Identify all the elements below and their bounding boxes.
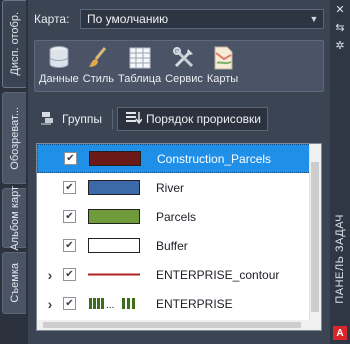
layer-style-swatch[interactable] [88, 209, 140, 224]
scrollbar-thumb[interactable] [311, 162, 319, 312]
line-style-swatch[interactable] [88, 267, 140, 282]
table-button[interactable]: Таблица [118, 45, 161, 91]
tools-button[interactable]: Сервис [165, 45, 203, 91]
tab-browser[interactable]: Обозреват... [2, 92, 26, 184]
style-button-label: Стиль [82, 73, 115, 85]
scrollbar-thumb[interactable] [43, 322, 301, 328]
data-button[interactable]: Данные [39, 45, 79, 91]
display-manager-panel: Карта: По умолчанию ▼ Данные Стиль Табли… [28, 0, 330, 344]
table-button-label: Таблица [118, 73, 162, 85]
draw-order-button[interactable]: Порядок прорисовки [116, 107, 268, 131]
draw-order-icon [124, 110, 143, 129]
layer-name: ENTERPRISE [156, 296, 233, 311]
layer-visibility-checkbox[interactable]: ✔ [63, 268, 76, 281]
tab-label: Альбом карт [8, 185, 21, 251]
tools-button-label: Сервис [165, 73, 203, 85]
tab-map-book[interactable]: Альбом карт [2, 185, 26, 251]
tab-survey[interactable]: Съемка [2, 252, 26, 314]
layer-visibility-checkbox[interactable]: ✔ [63, 210, 76, 223]
chevron-down-icon: ▼ [309, 14, 319, 24]
tab-display-manager[interactable]: Дисп. отобр. [2, 0, 26, 88]
expand-placeholder [38, 144, 64, 173]
panel-title-strip: ✕ ⇆ ✲ ПАНЕЛЬ ЗАДАЧ A [330, 0, 350, 344]
expand-placeholder [37, 202, 63, 231]
paintbrush-icon [85, 45, 111, 71]
map-selector-row: Карта: По умолчанию ▼ [34, 8, 324, 30]
style-button[interactable]: Стиль [83, 45, 114, 91]
pin-icon[interactable]: ⇆ [330, 18, 350, 36]
data-button-label: Данные [39, 73, 79, 85]
tab-label: Обозреват... [8, 106, 21, 170]
toolbar-separator [111, 109, 113, 129]
panel-title: ПАНЕЛЬ ЗАДАЧ [330, 200, 350, 318]
layer-style-swatch[interactable] [88, 180, 140, 195]
autodesk-logo-icon: A [333, 326, 347, 340]
close-icon[interactable]: ✕ [330, 0, 350, 18]
groups-label: Группы [62, 112, 102, 126]
map-label: Карта: [34, 12, 70, 26]
layer-visibility-checkbox[interactable]: ✔ [63, 181, 76, 194]
layer-visibility-checkbox[interactable]: ✔ [63, 297, 76, 310]
groups-icon [40, 110, 58, 129]
expand-placeholder [37, 231, 63, 260]
layer-name: River [156, 180, 185, 195]
layer-style-swatch[interactable] [89, 151, 141, 166]
vertical-tabs: Дисп. отобр. Обозреват... Альбом карт Съ… [0, 0, 28, 344]
layer-row-buffer[interactable]: ✔ Buffer [37, 231, 321, 260]
layer-row-parcels[interactable]: ✔ Parcels [37, 202, 321, 231]
layer-row-construction-parcels[interactable]: ✔ Construction_Parcels [37, 144, 321, 173]
layer-name: Construction_Parcels [157, 151, 272, 166]
table-icon [127, 45, 153, 71]
database-icon [46, 45, 72, 71]
horizontal-scrollbar[interactable] [37, 320, 311, 330]
map-select-value: По умолчанию [87, 12, 169, 26]
vertical-scrollbar[interactable] [309, 144, 321, 330]
point-style-swatch[interactable]: ... [88, 296, 140, 311]
layer-style-swatch[interactable] [88, 238, 140, 253]
settings-icon[interactable]: ✲ [330, 36, 350, 54]
tab-label: Дисп. отобр. [8, 12, 21, 76]
layer-name: ENTERPRISE_contour [156, 267, 280, 282]
maps-button-label: Карты [206, 73, 239, 85]
chevron-right-icon[interactable]: › [37, 260, 63, 289]
map-select[interactable]: По умолчанию ▼ [80, 9, 324, 29]
layer-name: Buffer [156, 238, 188, 253]
tab-label: Съемка [8, 263, 21, 303]
layer-row-river[interactable]: ✔ River [37, 173, 321, 202]
layer-name: Parcels [156, 209, 197, 224]
map-icon [210, 45, 236, 71]
expand-placeholder [37, 173, 63, 202]
layer-row-enterprise[interactable]: › ✔ ... ENTERPRISE [37, 289, 321, 318]
maps-button[interactable]: Карты [207, 45, 238, 91]
tools-icon [171, 45, 197, 71]
layer-row-enterprise-contour[interactable]: › ✔ ENTERPRISE_contour [37, 260, 321, 289]
ribbon-toolbar: Данные Стиль Таблица Сервис Карты [34, 40, 324, 92]
chevron-right-icon[interactable]: › [37, 289, 63, 318]
layer-list[interactable]: ✔ Construction_Parcels ✔ River ✔ Parcels… [36, 143, 322, 331]
layer-toolbar: Группы Порядок прорисовки [34, 106, 324, 132]
layer-visibility-checkbox[interactable]: ✔ [64, 152, 77, 165]
layer-visibility-checkbox[interactable]: ✔ [63, 239, 76, 252]
svg-text:...: ... [106, 300, 114, 311]
panel-title-text: ПАНЕЛЬ ЗАДАЧ [334, 214, 346, 304]
groups-button[interactable]: Группы [34, 107, 108, 131]
draw-order-label: Порядок прорисовки [145, 112, 261, 126]
